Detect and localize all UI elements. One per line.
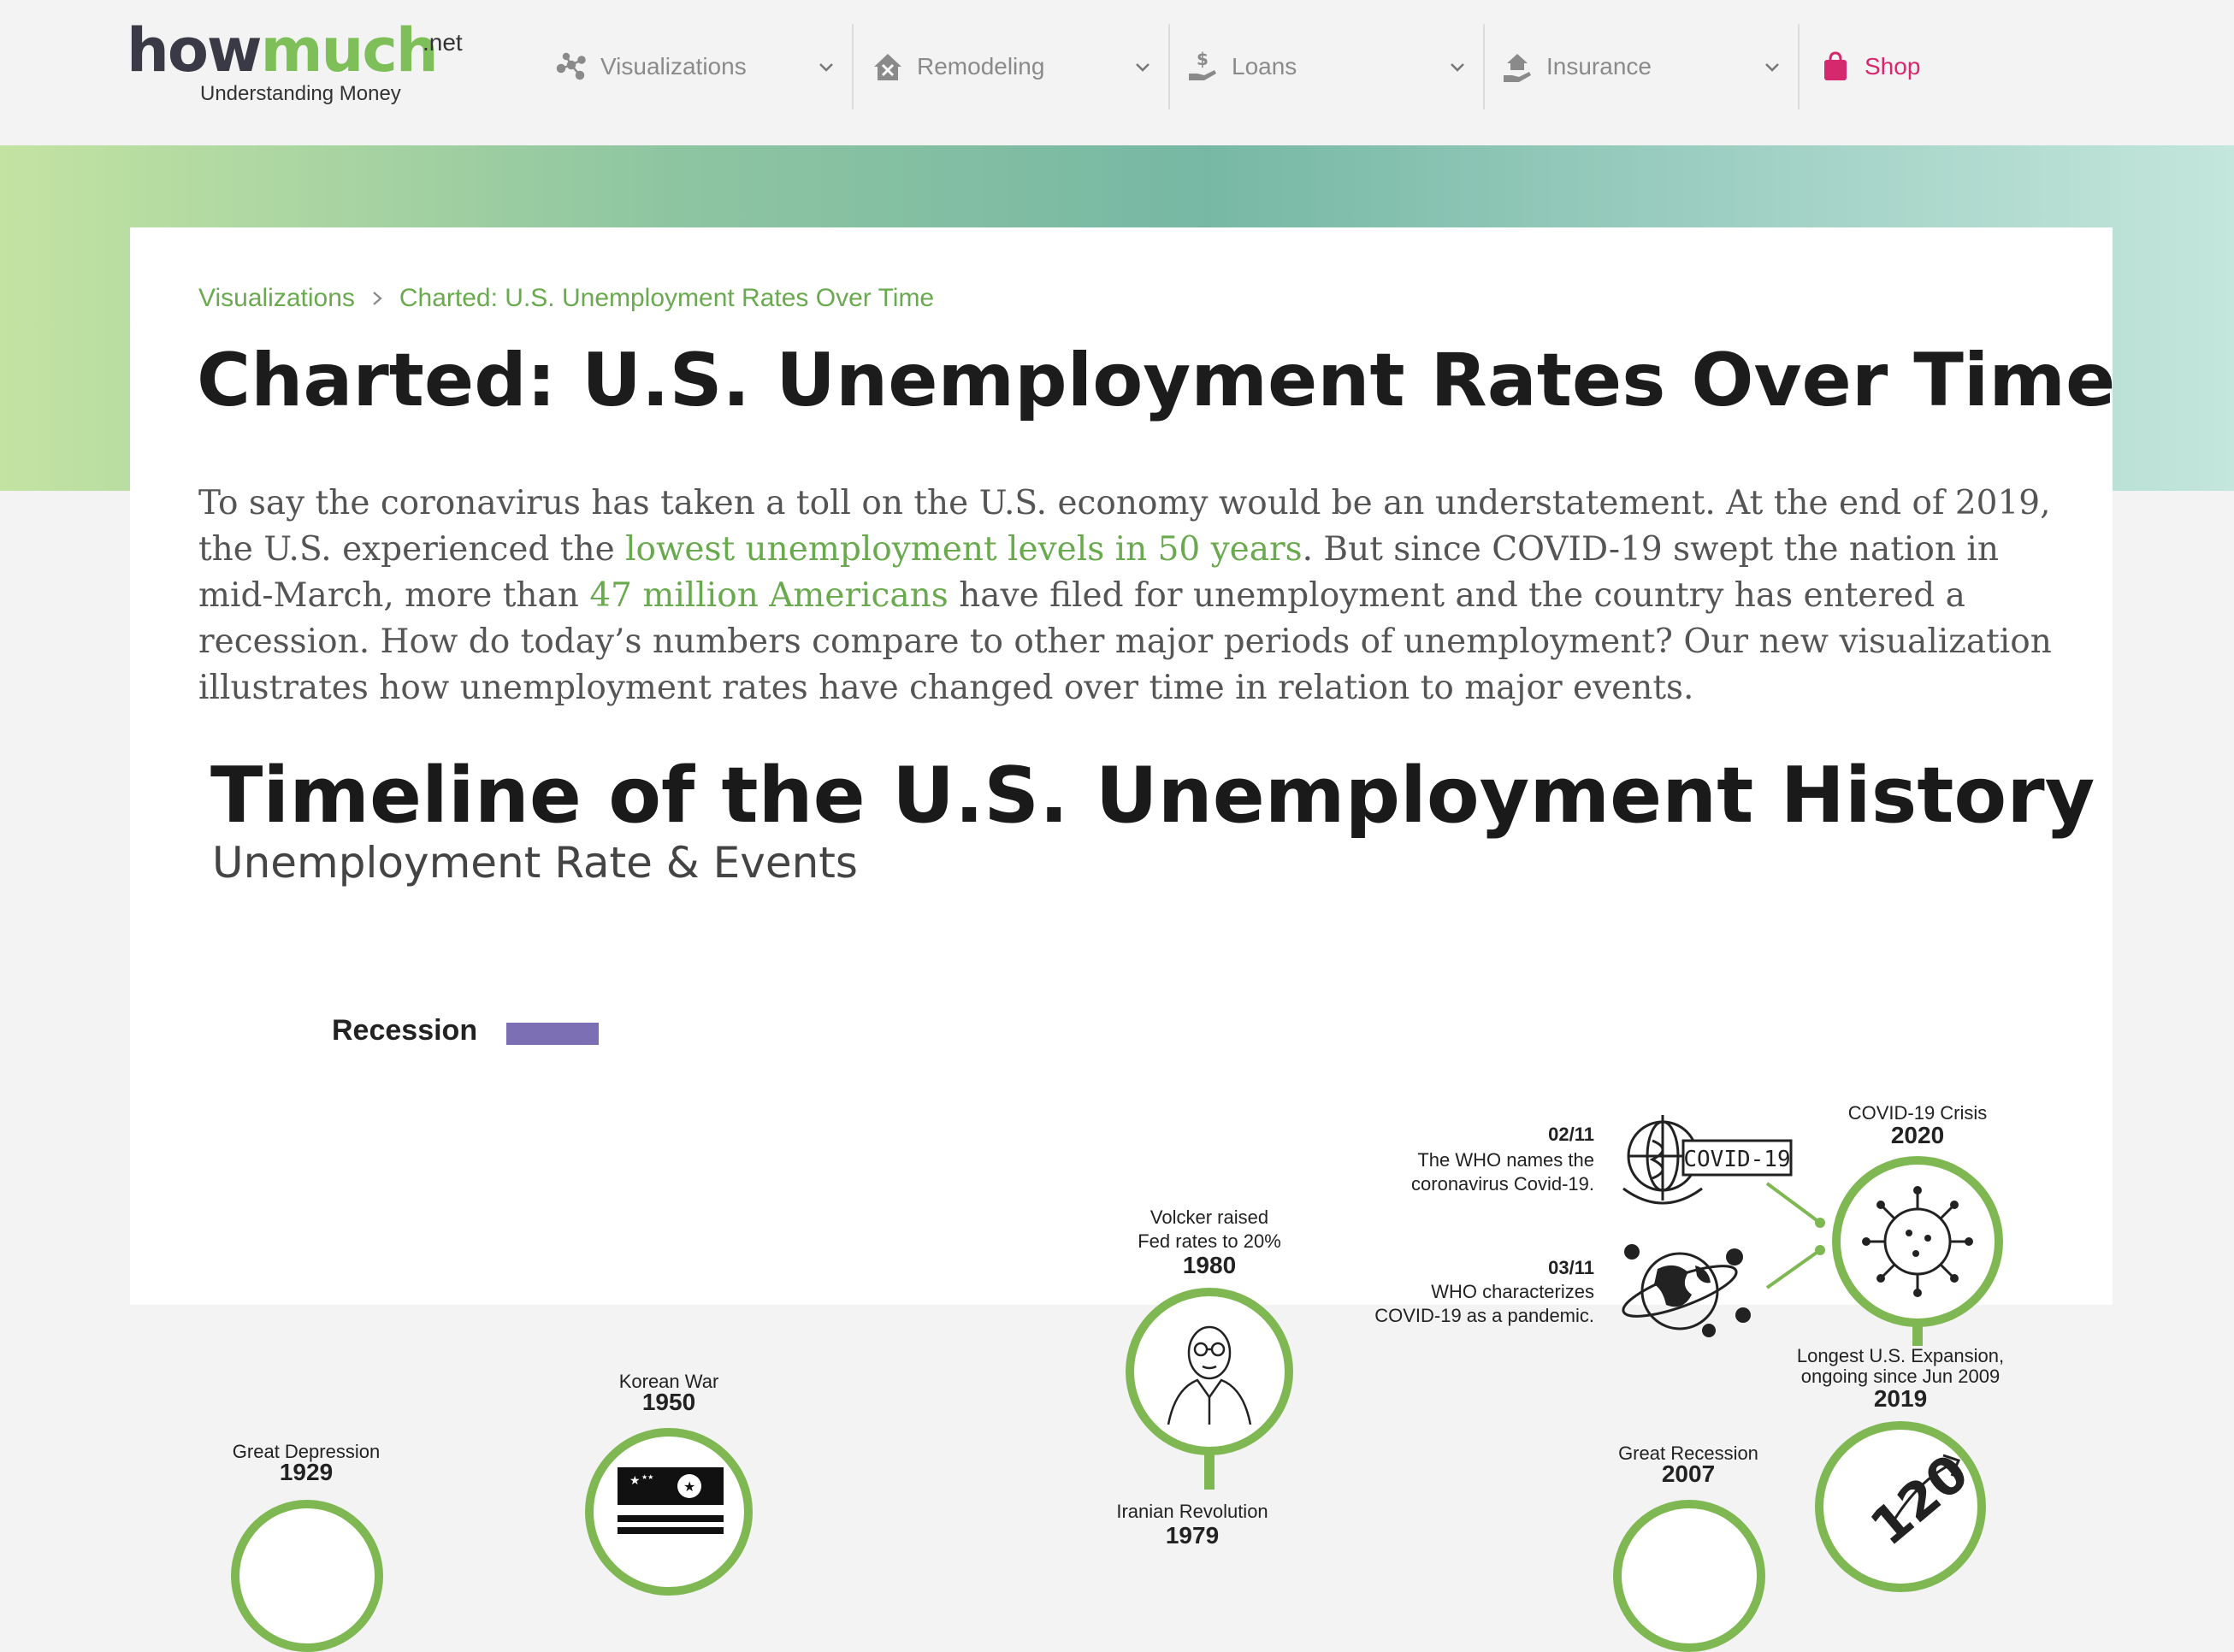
event-label: Volcker raised: [1150, 1207, 1269, 1228]
chevron-right-icon: [373, 292, 382, 305]
svg-text:★★: ★★: [641, 1473, 653, 1481]
event-label: COVID-19 as a pandemic.: [1374, 1305, 1594, 1326]
article-card: Visualizations Charted: U.S. Unemploymen…: [130, 227, 2116, 1652]
nav-visualizations[interactable]: Visualizations: [554, 24, 836, 109]
intro-paragraph: To say the coronavirus has taken a toll …: [198, 481, 2054, 711]
lowest-unemployment-link[interactable]: lowest unemployment levels in 50 years: [625, 530, 1303, 569]
depression-circle: [231, 1500, 383, 1652]
site-logo[interactable]: howmuch .net Understanding Money: [127, 21, 486, 115]
event-year: 1950: [641, 1389, 696, 1415]
svg-text:$: $: [1197, 50, 1209, 69]
logo-domain: .net: [423, 29, 463, 56]
chevron-down-icon: [1765, 63, 1779, 72]
site-header: howmuch .net Understanding Money Visuali…: [0, 0, 2234, 145]
nav-divider: [852, 24, 854, 109]
timeline-infographic: Timeline of the U.S. Unemployment Histor…: [130, 751, 2113, 1652]
covid-badge-text: COVID-19: [1683, 1147, 1790, 1172]
shopping-bag-icon: [1818, 50, 1853, 84]
nav-remodeling[interactable]: Remodeling: [871, 24, 1153, 109]
nav-shop[interactable]: Shop: [1818, 24, 1955, 109]
logo-wordmark: howmuch: [127, 15, 439, 86]
event-year: 1979: [1165, 1522, 1220, 1549]
event-label: coronavirus Covid-19.: [1411, 1173, 1594, 1195]
event-label: Fed rates to 20%: [1138, 1230, 1281, 1252]
covid-crisis-circle: [1832, 1156, 2003, 1327]
event-year: 1929: [279, 1459, 334, 1485]
who-emblem-icon: COVID-19: [1622, 1115, 1793, 1205]
nav-insurance[interactable]: Insurance: [1500, 24, 1782, 109]
47-million-link[interactable]: 47 million Americans: [589, 576, 948, 615]
event-year: 2019: [1873, 1385, 1928, 1412]
logo-tagline: Understanding Money: [200, 82, 401, 105]
infographic-title: Timeline of the U.S. Unemployment Histor…: [210, 751, 2095, 841]
page-title: Charted: U.S. Unemployment Rates Over Ti…: [197, 338, 2116, 423]
volcker-portrait-icon: [1167, 1325, 1252, 1425]
hand-dollar-icon: $: [1185, 50, 1220, 84]
flags-icon: ★ ★★ ★: [618, 1467, 724, 1534]
event-year: 2020: [1890, 1122, 1945, 1148]
chevron-down-icon: [1136, 63, 1150, 72]
nav-loans[interactable]: $ Loans: [1185, 24, 1468, 109]
nav-label: Visualizations: [600, 53, 747, 80]
breadcrumb-parent-link[interactable]: Visualizations: [198, 284, 355, 313]
volcker-circle: [1126, 1288, 1293, 1455]
breadcrumb: Visualizations Charted: U.S. Unemploymen…: [198, 284, 934, 313]
nav-label: Loans: [1232, 53, 1297, 80]
globe-virus-icon: [1622, 1244, 1751, 1337]
nav-divider: [1798, 24, 1800, 109]
legend-recession-swatch: [506, 1023, 599, 1045]
svg-text:★: ★: [629, 1474, 641, 1488]
nav-shop-label: Shop: [1865, 53, 1921, 80]
infographic-subtitle: Unemployment Rate & Events: [212, 838, 858, 888]
chevron-down-icon: [819, 63, 833, 72]
event-date: 02/11: [1548, 1124, 1594, 1145]
event-label: The WHO names the: [1417, 1149, 1594, 1171]
timeline-stem: [1912, 1325, 1923, 1346]
event-label: ongoing since Jun 2009: [1800, 1366, 2001, 1387]
chevron-down-icon: [1451, 63, 1464, 72]
house-tools-icon: [871, 50, 905, 84]
timeline-stem: [1204, 1454, 1215, 1490]
expansion-circle: 120: [1815, 1421, 1986, 1592]
svg-text:★: ★: [683, 1478, 695, 1495]
growth-arrow-icon: 120: [1859, 1443, 1977, 1558]
event-label: WHO characterizes: [1431, 1281, 1594, 1302]
nav-label: Remodeling: [917, 53, 1045, 80]
great-recession-circle: [1613, 1500, 1765, 1652]
korean-war-circle: ★ ★★ ★: [585, 1428, 753, 1596]
event-date: 03/11: [1548, 1257, 1594, 1278]
event-year: 2007: [1661, 1460, 1716, 1487]
virus-icon: [1862, 1186, 1973, 1297]
network-icon: [554, 50, 588, 84]
nav-divider: [1168, 24, 1170, 109]
nav-divider: [1483, 24, 1485, 109]
legend-label: Recession: [332, 1014, 478, 1047]
breadcrumb-current[interactable]: Charted: U.S. Unemployment Rates Over Ti…: [399, 284, 934, 313]
event-year: 1980: [1182, 1252, 1237, 1278]
house-hand-icon: [1500, 50, 1534, 84]
nav-label: Insurance: [1546, 53, 1652, 80]
event-label: Iranian Revolution: [1116, 1501, 1268, 1522]
